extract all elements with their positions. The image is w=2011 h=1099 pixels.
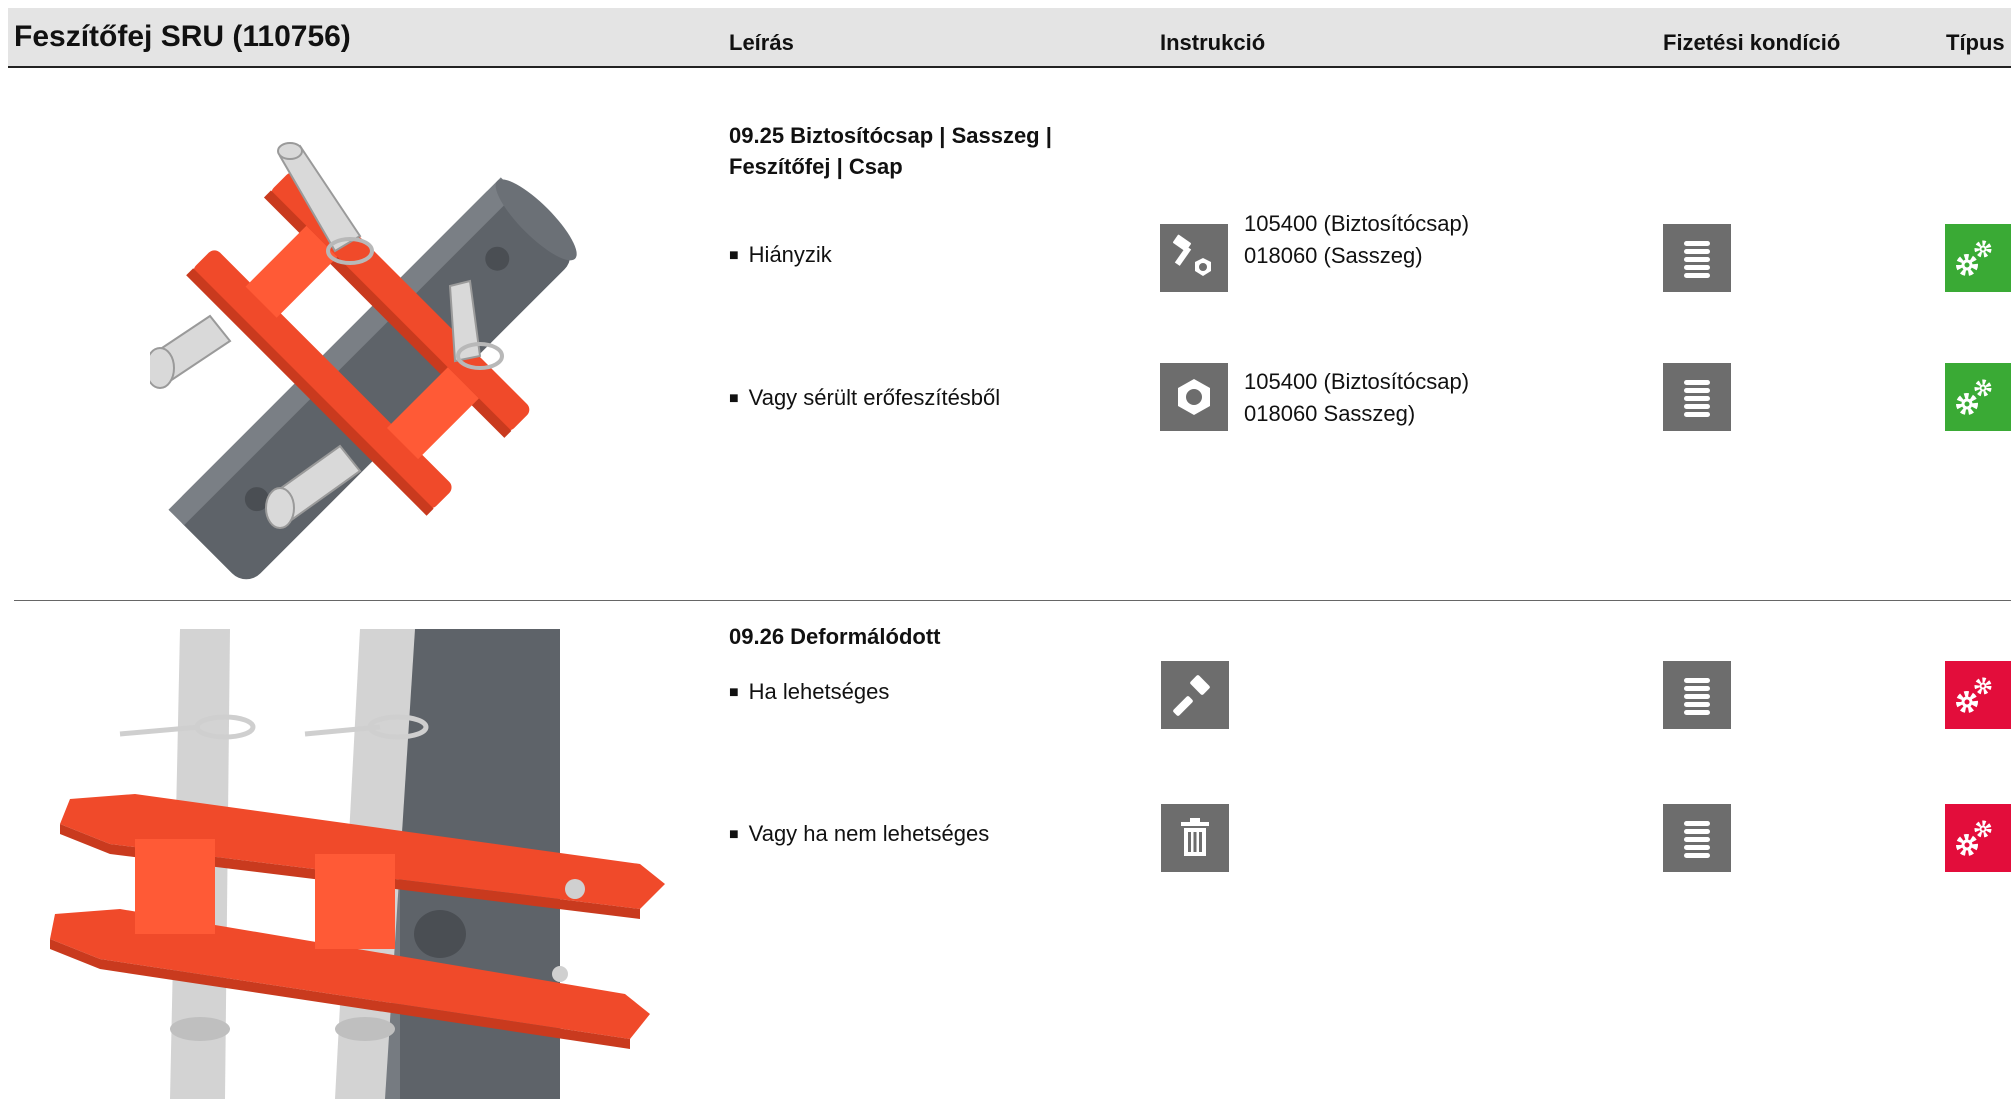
row-description: ■ Vagy ha nem lehetséges [729, 821, 989, 847]
gears-icon [1945, 804, 2011, 872]
item-title: 09.25 Biztosítócsap | Sasszeg | Feszítőf… [729, 123, 1052, 179]
bolt-nut-icon [1160, 224, 1228, 292]
part-number: 105400 (Biztosítócsap) [1244, 211, 1470, 236]
item-title: 09.26 Deformálódott [729, 624, 941, 649]
bullet-icon: ■ [729, 247, 739, 264]
table-header: Feszítőfej SRU (110756) Leírás Instrukci… [8, 8, 2011, 68]
bullet-icon: ■ [729, 826, 739, 843]
row-description: ■ Ha lehetséges [729, 679, 889, 705]
page-title: Feszítőfej SRU (110756) [14, 20, 351, 53]
part-number: 018060 Sasszeg) [1244, 401, 1416, 426]
row-description-text: Ha lehetséges [748, 679, 890, 704]
bullet-icon: ■ [729, 684, 739, 701]
bullet-icon: ■ [729, 390, 739, 407]
row-description: ■ Vagy sérült erőfeszítésből [729, 385, 1000, 411]
column-header-tipus: Típus [1946, 30, 2005, 55]
trash-icon [1161, 804, 1229, 872]
part-image-top-view [150, 142, 577, 580]
part-image-side-view [50, 629, 665, 1099]
gears-icon [1945, 224, 2011, 292]
section-09-26: 09.26 Deformálódott ■ Ha lehetséges ■ Vagy… [0, 601, 2011, 1099]
part-number: 018060 (Sasszeg) [1244, 243, 1423, 268]
spare-parts-list: 105400 (Biztosítócsap) 018060 Sasszeg) [1244, 366, 1469, 430]
column-header-leiras: Leírás [729, 30, 794, 55]
spare-parts-list: 105400 (Biztosítócsap) 018060 (Sasszeg) [1244, 208, 1469, 272]
hammer-icon [1161, 661, 1229, 729]
gears-icon [1945, 363, 2011, 431]
row-description-text: Hiányzik [748, 242, 832, 267]
coin-stack-icon [1663, 661, 1731, 729]
coin-stack-icon [1663, 224, 1731, 292]
coin-stack-icon [1663, 363, 1731, 431]
coin-stack-icon [1663, 804, 1731, 872]
row-description-text: Vagy ha nem lehetséges [748, 821, 990, 846]
column-header-fizetesi-kondicio: Fizetési kondíció [1663, 30, 1841, 55]
section-09-25: 09.25 Biztosítócsap | Sasszeg | Feszítőf… [0, 66, 2011, 600]
gears-icon [1945, 661, 2011, 729]
part-number: 105400 (Biztosítócsap) [1244, 369, 1470, 394]
row-description: ■ Hiányzik [729, 242, 832, 268]
nut-icon [1160, 363, 1228, 431]
column-header-instrukcio: Instrukció [1160, 30, 1266, 55]
row-description-text: Vagy sérült erőfeszítésből [748, 385, 1001, 410]
